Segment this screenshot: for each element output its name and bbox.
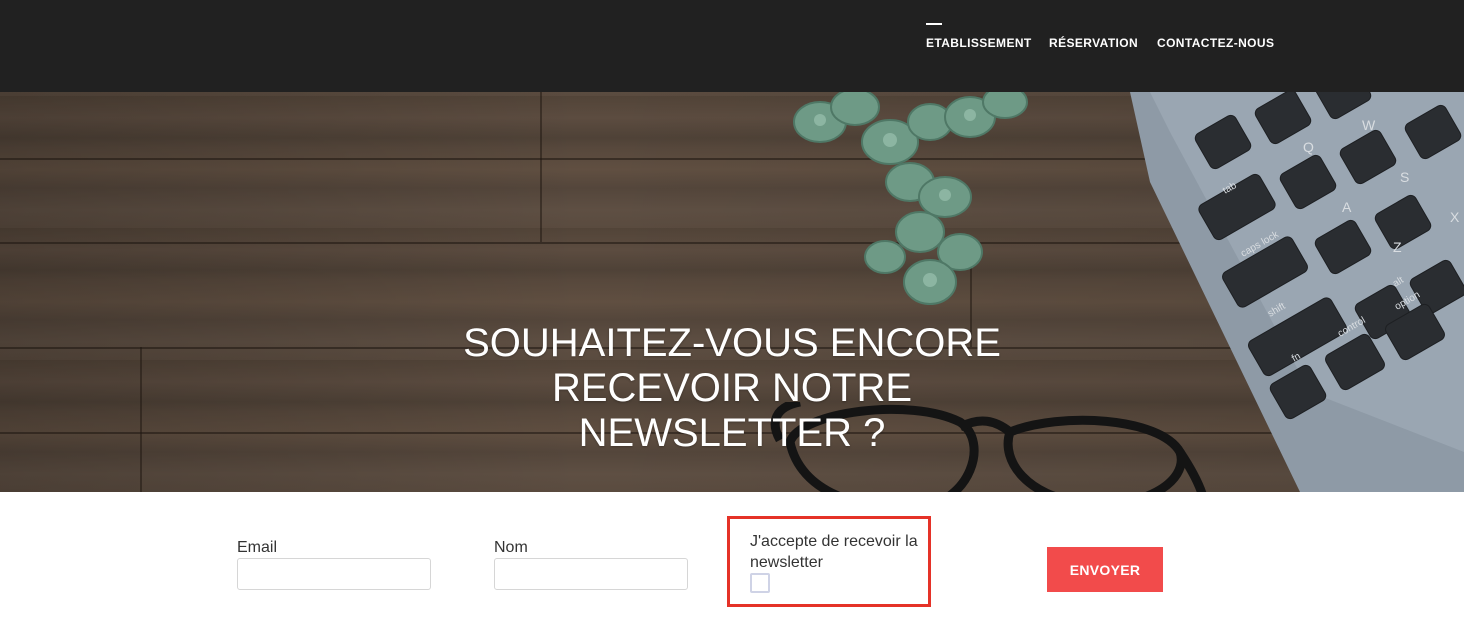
wood-seam bbox=[140, 347, 142, 492]
top-navigation-bar: ETABLISSEMENT RÉSERVATION CONTACTEZ-NOUS bbox=[0, 0, 1464, 92]
key-label: Z bbox=[1393, 239, 1402, 255]
email-label: Email bbox=[237, 539, 278, 556]
key-label: X bbox=[1450, 209, 1460, 225]
key-label: S bbox=[1400, 169, 1409, 185]
succulent-plant-image bbox=[793, 92, 1028, 305]
nav-item-reservation[interactable]: RÉSERVATION bbox=[1049, 36, 1138, 50]
key-label: Q bbox=[1303, 139, 1314, 155]
hero-title-line-2: RECEVOIR NOTRE bbox=[551, 366, 913, 410]
hero-banner: tab caps lock shift fn control option al… bbox=[0, 92, 1464, 492]
hero-title: SOUHAITEZ-VOUS ENCORE RECEVOIR NOTRE NEW… bbox=[382, 321, 1082, 456]
consent-highlight-box: J'accepte de recevoir la newsletter bbox=[727, 516, 931, 607]
submit-button[interactable]: ENVOYER bbox=[1047, 547, 1163, 592]
hero-title-line-1: SOUHAITEZ-VOUS ENCORE bbox=[463, 321, 1001, 365]
nav-item-etablissement[interactable]: ETABLISSEMENT bbox=[926, 23, 1032, 50]
name-label: Nom bbox=[494, 539, 528, 556]
newsletter-consent-checkbox[interactable] bbox=[750, 573, 770, 593]
name-field[interactable] bbox=[494, 558, 688, 590]
consent-label: J'accepte de recevoir la newsletter bbox=[750, 533, 918, 571]
key-label: A bbox=[1342, 199, 1352, 215]
hero-title-line-3: NEWSLETTER ? bbox=[578, 411, 886, 455]
key-label: W bbox=[1362, 117, 1376, 133]
nav-item-contactez-nous[interactable]: CONTACTEZ-NOUS bbox=[1157, 36, 1274, 50]
email-field[interactable] bbox=[237, 558, 431, 590]
main-nav: ETABLISSEMENT RÉSERVATION CONTACTEZ-NOUS bbox=[0, 0, 1464, 92]
wood-seam bbox=[540, 92, 542, 242]
